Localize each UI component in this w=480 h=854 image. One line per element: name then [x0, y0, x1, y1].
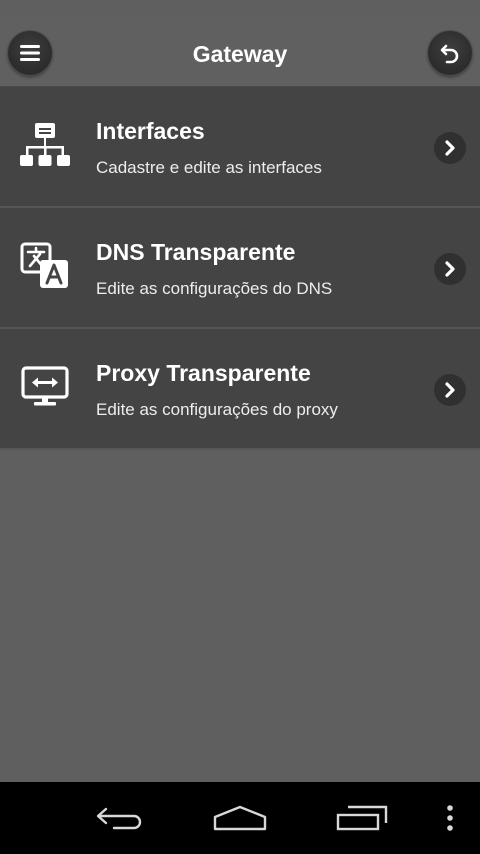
chevron-right-icon [434, 374, 466, 406]
nav-back-button[interactable] [88, 796, 152, 840]
list-item-interfaces[interactable]: Interfaces Cadastre e edite as interface… [0, 87, 480, 208]
list-item-proxy-transparente[interactable]: Proxy Transparente Edite as configuraçõe… [0, 329, 480, 450]
nav-recents-button[interactable] [330, 796, 394, 840]
item-subtitle: Cadastre e edite as interfaces [96, 158, 322, 177]
monitor-arrows-icon [16, 361, 74, 413]
back-button[interactable] [428, 31, 472, 75]
menu-list: Interfaces Cadastre e edite as interface… [0, 87, 480, 450]
empty-content-area [0, 453, 480, 782]
item-subtitle: Edite as configurações do proxy [96, 400, 338, 419]
nav-recents-icon [336, 805, 388, 831]
nav-home-button[interactable] [208, 796, 272, 840]
item-subtitle: Edite as configurações do DNS [96, 279, 333, 298]
nav-overflow-menu-icon [447, 805, 453, 831]
page-title: Gateway [192, 41, 288, 67]
app-header: Gateway [0, 18, 480, 87]
list-item-dns-transparente[interactable]: DNS Transparente Edite as configurações … [0, 208, 480, 329]
status-bar [0, 0, 480, 18]
chevron-right-icon [434, 253, 466, 285]
item-title: Interfaces [96, 118, 205, 144]
menu-button[interactable] [8, 31, 52, 75]
nav-overflow-button[interactable] [436, 796, 464, 840]
hamburger-menu-icon [20, 45, 40, 61]
chevron-right-icon [434, 132, 466, 164]
translate-icon [16, 240, 74, 292]
item-title: Proxy Transparente [96, 360, 311, 386]
system-navigation-bar [0, 782, 480, 854]
item-title: DNS Transparente [96, 239, 296, 265]
undo-back-icon [440, 44, 459, 64]
nav-back-icon [96, 807, 142, 830]
nav-home-icon [213, 805, 267, 831]
network-hierarchy-icon [16, 119, 74, 171]
